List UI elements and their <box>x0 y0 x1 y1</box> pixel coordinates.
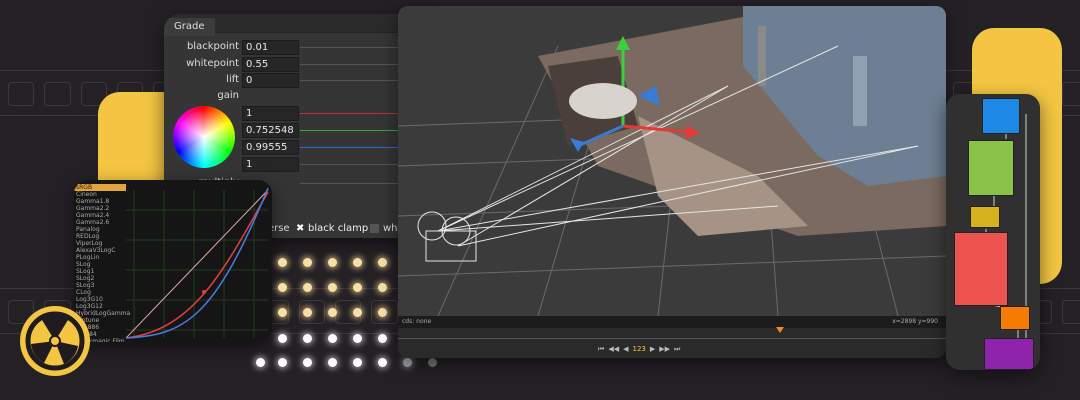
play-back-icon[interactable]: ◀ <box>623 343 628 355</box>
gain-g-input[interactable]: 0.752548 <box>242 123 299 138</box>
step-forward-icon[interactable]: ▶▶ <box>659 343 670 355</box>
linear-curve <box>125 189 269 339</box>
tab-grade[interactable]: Grade <box>164 18 215 36</box>
black-clamp-label: black clamp <box>308 223 369 234</box>
lift-input[interactable]: 0 <box>242 73 299 88</box>
node-yellow[interactable] <box>970 206 1000 228</box>
node-red[interactable] <box>954 232 1008 306</box>
node-purple[interactable] <box>984 338 1034 370</box>
whitepoint-input[interactable]: 0.55 <box>242 57 299 72</box>
play-icon[interactable]: ▶ <box>650 343 655 355</box>
node-graph-panel <box>946 94 1040 370</box>
viewer-status-left: cds: none <box>402 318 432 325</box>
gain-row-a: 1 <box>164 157 432 172</box>
first-frame-icon[interactable]: ⏮ <box>598 343 604 355</box>
param-label: blackpoint <box>186 41 239 52</box>
panel-tab-bar: Grade <box>164 14 432 36</box>
gain-b-input[interactable]: 0.99555 <box>242 140 299 155</box>
param-label: gain <box>217 90 239 101</box>
viewer-status-bar: cds: none x=2898 y=990 <box>398 316 946 328</box>
promo-banner: Grade blackpoint 0.01 whitepoint 0.55 li… <box>0 0 1080 400</box>
node-orange[interactable] <box>1000 306 1030 330</box>
3d-scene <box>398 6 946 316</box>
lut-curve-panel: sRGB Cineon Gamma1.8 Gamma2.2 Gamma2.4 Gamma2… <box>74 180 272 342</box>
gain-row-g: 0.752548 <box>164 123 432 138</box>
gain-row-b: 0.99555 <box>164 140 432 155</box>
param-row-gain: gain <box>164 89 432 103</box>
curve-point <box>202 290 206 294</box>
white-clamp-checkbox[interactable] <box>370 224 379 233</box>
nuke-logo-icon <box>20 306 90 376</box>
param-label: whitepoint <box>186 58 239 69</box>
check-icon[interactable]: ✖ <box>296 222 304 236</box>
playhead-marker[interactable] <box>776 327 784 333</box>
3d-viewport[interactable] <box>398 6 946 316</box>
blackpoint-input[interactable]: 0.01 <box>242 40 299 55</box>
gain-row-r: 1 <box>164 106 432 121</box>
node-blue[interactable] <box>982 98 1020 134</box>
param-label: lift <box>226 74 239 85</box>
timeline-ruler[interactable] <box>398 330 946 339</box>
viewer-cursor-readout: x=2898 y=990 <box>892 318 938 325</box>
playback-controls: ⏮ ◀◀ ◀ 123 ▶ ▶▶ ⏭ <box>598 343 680 355</box>
param-row-whitepoint: whitepoint 0.55 <box>164 57 432 72</box>
gain-r-input[interactable]: 1 <box>242 106 299 121</box>
gain-a-input[interactable]: 1 <box>242 157 299 172</box>
param-row-lift: lift 0 <box>164 73 432 88</box>
curve-graph <box>125 187 269 339</box>
current-frame-field[interactable]: 123 <box>632 343 645 355</box>
node-green[interactable] <box>968 140 1014 196</box>
3d-viewer-panel: cds: none x=2898 y=990 ⏮ ◀◀ ◀ 123 ▶ ▶▶ ⏭ <box>398 6 946 358</box>
last-frame-icon[interactable]: ⏭ <box>674 343 680 355</box>
param-row-blackpoint: blackpoint 0.01 <box>164 40 432 55</box>
step-back-icon[interactable]: ◀◀ <box>608 343 619 355</box>
timeline-bar: cds: none x=2898 y=990 ⏮ ◀◀ ◀ 123 ▶ ▶▶ ⏭ <box>398 316 946 358</box>
